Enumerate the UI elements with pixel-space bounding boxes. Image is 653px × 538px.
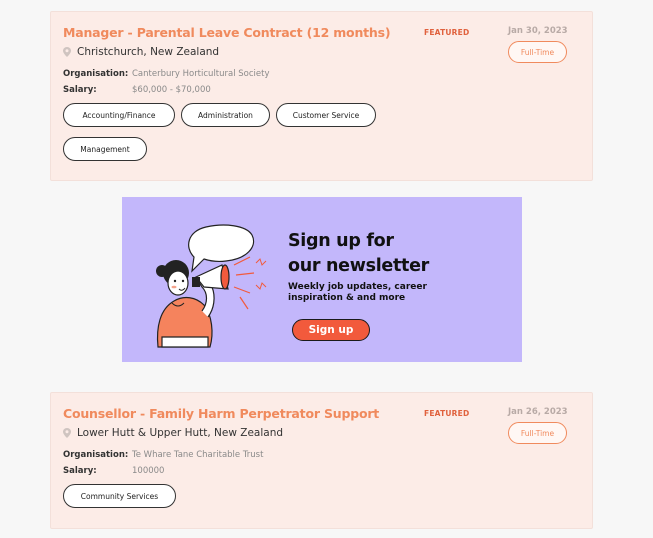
newsletter-signup-button[interactable]: Sign up	[292, 319, 370, 341]
job-card[interactable]: Counsellor - Family Harm Perpetrator Sup…	[50, 392, 593, 529]
category-tag[interactable]: Administration	[181, 103, 270, 127]
salary-label: Salary:	[63, 466, 97, 476]
organisation-label: Organisation:	[63, 450, 129, 460]
organisation-label: Organisation:	[63, 69, 129, 79]
newsletter-banner[interactable]: Sign up for our newsletter Weekly job up…	[122, 197, 522, 362]
category-tag[interactable]: Customer Service	[276, 103, 376, 127]
category-tag[interactable]: Management	[63, 137, 147, 161]
featured-badge: FEATURED	[424, 28, 470, 37]
salary-row: Salary: $60,000 - $70,000	[63, 85, 211, 95]
newsletter-heading-line2: our newsletter	[288, 256, 430, 276]
newsletter-subtext-line2: inspiration & and more	[288, 293, 406, 303]
newsletter-subtext-line1: Weekly job updates, career	[288, 282, 427, 292]
location-text: Christchurch, New Zealand	[77, 46, 220, 58]
job-title-link[interactable]: Counsellor - Family Harm Perpetrator Sup…	[63, 406, 379, 421]
posted-date: Jan 30, 2023	[508, 26, 568, 36]
map-pin-icon	[63, 47, 71, 57]
posted-date: Jan 26, 2023	[508, 407, 568, 417]
salary-row: Salary: 100000	[63, 466, 164, 476]
category-tag[interactable]: Accounting/Finance	[63, 103, 175, 127]
organisation-row: Organisation: Te Whare Tane Charitable T…	[63, 450, 263, 460]
organisation-value: Canterbury Horticultural Society	[132, 69, 270, 79]
featured-badge: FEATURED	[424, 409, 470, 418]
job-location: Lower Hutt & Upper Hutt, New Zealand	[63, 427, 283, 439]
job-card[interactable]: Manager - Parental Leave Contract (12 mo…	[50, 11, 593, 181]
salary-label: Salary:	[63, 85, 97, 95]
job-location: Christchurch, New Zealand	[63, 46, 219, 58]
map-pin-icon	[63, 428, 71, 438]
job-type-badge[interactable]: Full-Time	[508, 41, 567, 63]
salary-value: 100000	[132, 466, 165, 476]
organisation-row: Organisation: Canterbury Horticultural S…	[63, 69, 270, 79]
salary-value: $60,000 - $70,000	[132, 85, 211, 95]
organisation-value: Te Whare Tane Charitable Trust	[132, 450, 264, 460]
job-type-badge[interactable]: Full-Time	[508, 422, 567, 444]
job-title-link[interactable]: Manager - Parental Leave Contract (12 mo…	[63, 25, 391, 40]
category-tag[interactable]: Community Services	[63, 484, 176, 508]
newsletter-heading-line1: Sign up for	[288, 231, 394, 251]
location-text: Lower Hutt & Upper Hutt, New Zealand	[77, 427, 284, 439]
